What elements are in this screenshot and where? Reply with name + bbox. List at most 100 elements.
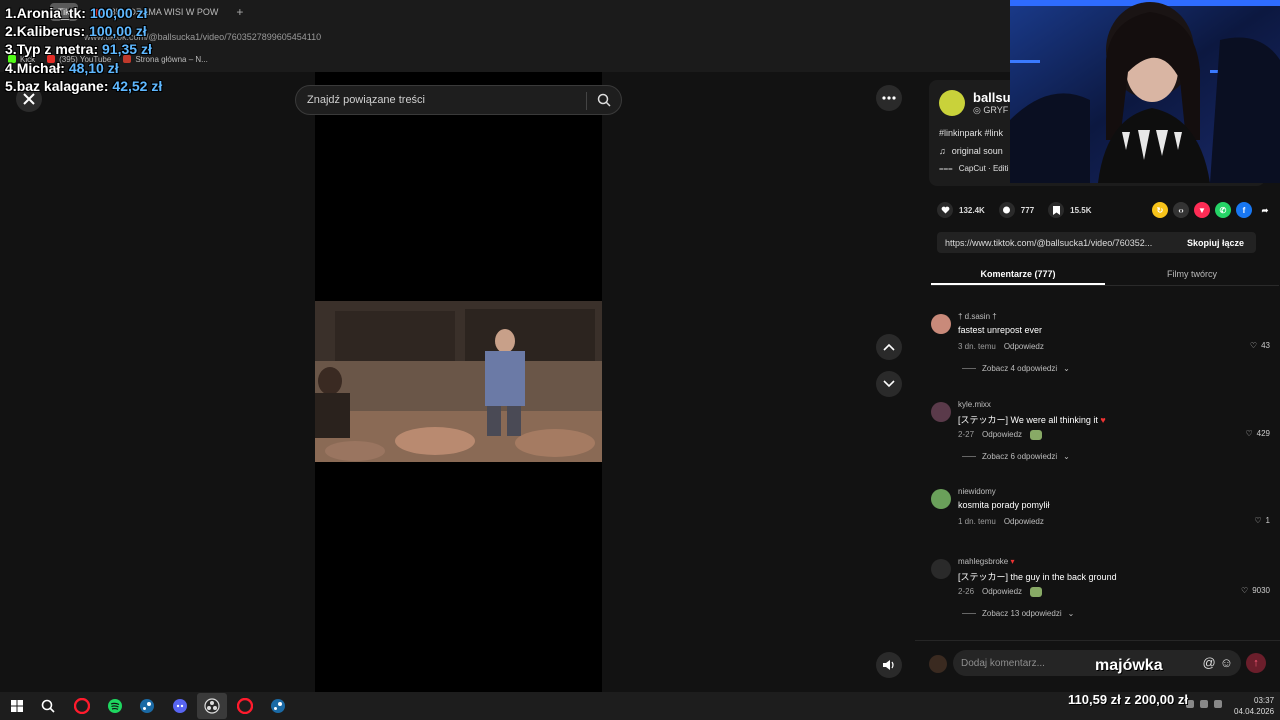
music-note-icon: ♫ [939, 146, 946, 156]
comment-username[interactable]: † d.sasin † [958, 312, 997, 321]
stream-overlay-text: majówka [1095, 657, 1163, 674]
divider [962, 368, 976, 369]
save-count: 15.5K [1070, 205, 1092, 215]
comment-meta: 2-27 Odpowiedz [958, 430, 1043, 440]
donation-entry: 5.baz kalagane: 42,52 zł [5, 77, 163, 94]
send-icon[interactable]: ▼ [1194, 202, 1210, 218]
post-comment-button[interactable]: ↑ [1246, 653, 1266, 673]
heart-outline-icon: ♡ [1245, 429, 1253, 438]
obs-icon [204, 698, 220, 714]
next-video-button[interactable] [876, 371, 902, 397]
comment-item: † d.sasin † fastest unrepost ever 3 dn. … [931, 312, 1276, 382]
author-subtitle: ◎ GRYF [973, 105, 1009, 115]
tab-comments[interactable]: Komentarze (777) [931, 262, 1105, 285]
comment-like-button[interactable]: ♡ 429 [1245, 429, 1270, 438]
save-button[interactable]: 15.5K [1048, 202, 1092, 218]
comment-date: 1 dn. temu [958, 517, 996, 526]
volume-tray-icon[interactable] [1200, 700, 1208, 708]
tab-creator-videos[interactable]: Filmy twórcy [1105, 262, 1279, 285]
comment-button[interactable]: 777 [998, 202, 1034, 218]
chevron-up-icon [883, 343, 895, 351]
avatar[interactable] [939, 90, 965, 116]
related-search-input[interactable]: Znajdź powiązane treści [295, 85, 622, 115]
windows-icon [11, 700, 23, 712]
heart-outline-icon: ♡ [1241, 586, 1249, 595]
donation-leaderboard: 1.Aronia_tk: 100,00 zł 2.Kaliberus: 100,… [5, 4, 162, 95]
embed-icon[interactable]: ‹› [1173, 202, 1189, 218]
comment-text: kosmita porady pomylił [958, 500, 1050, 510]
capcut-label: CapCut · Editi [958, 164, 1009, 173]
like-button[interactable]: 132.4K [937, 202, 985, 218]
view-replies-button[interactable]: Zobacz 13 odpowiedzi ⌄ [962, 609, 1074, 618]
video-link[interactable]: https://www.tiktok.com/@ballsucka1/video… [945, 238, 1175, 248]
mention-icon[interactable]: @ [1203, 655, 1216, 670]
system-clock[interactable]: 03:37 04.04.2026 [1234, 695, 1274, 717]
comment-username[interactable]: niewidomy [958, 487, 996, 496]
discord-icon [173, 699, 187, 713]
clock-time: 03:37 [1254, 696, 1275, 705]
input-icons: @ ☺ [1203, 655, 1233, 670]
repost-icon[interactable]: ↻ [1152, 202, 1168, 218]
reply-button[interactable]: Odpowiedz [1004, 517, 1044, 526]
view-replies-button[interactable]: Zobacz 6 odpowiedzi ⌄ [962, 452, 1070, 461]
facebook-icon[interactable]: f [1236, 202, 1252, 218]
discord-taskbar-button[interactable] [171, 697, 189, 715]
view-replies-button[interactable]: Zobacz 4 odpowiedzi ⌄ [962, 364, 1070, 373]
view-replies-label: Zobacz 6 odpowiedzi [982, 452, 1058, 461]
comment-text: [ステッカー] the guy in the back ground [958, 572, 1117, 582]
avatar[interactable] [931, 489, 951, 509]
start-button[interactable] [8, 697, 26, 715]
whatsapp-icon[interactable]: ✆ [1215, 202, 1231, 218]
copy-link-button[interactable]: Skopiuj łącze [1175, 238, 1256, 248]
comment-username[interactable]: kyle.mixx [958, 400, 991, 409]
address-bar[interactable]: www.tiktok.com/@ballsucka1/video/7603527… [50, 28, 950, 46]
view-replies-label: Zobacz 13 odpowiedzi [982, 609, 1062, 618]
avatar[interactable] [931, 402, 951, 422]
opera-gx-taskbar-button[interactable] [236, 697, 254, 715]
bookmark-icon [1048, 202, 1065, 218]
comment-date: 2-26 [958, 587, 975, 596]
reply-button[interactable]: Odpowiedz [982, 430, 1022, 440]
author-name[interactable]: ballsu [973, 90, 1011, 105]
spotify-taskbar-button[interactable] [106, 697, 124, 715]
badge-icon: ▾ [1010, 557, 1015, 566]
more-options-button[interactable] [876, 85, 902, 111]
donation-entry: 3.Typ z metra: 91,35 zł [5, 41, 152, 58]
steam-icon [140, 699, 154, 713]
donation-goal: 110,59 zł z 200,00 zł [1068, 692, 1188, 707]
video-player[interactable] [315, 301, 602, 462]
opera-gx-icon [237, 698, 253, 714]
arrow-up-icon: ↑ [1253, 657, 1259, 669]
emoji-icon[interactable]: ☺ [1220, 655, 1233, 670]
share-arrow-icon[interactable]: ➦ [1257, 202, 1273, 218]
previous-video-button[interactable] [876, 334, 902, 360]
volume-button[interactable] [876, 652, 902, 678]
opera-taskbar-button[interactable] [73, 697, 91, 715]
avatar[interactable] [931, 559, 951, 579]
clock-date: 04.04.2026 [1234, 707, 1275, 716]
search-button[interactable] [39, 697, 57, 715]
comment-text: fastest unrepost ever [958, 325, 1043, 335]
comment-item: kyle.mixx [ステッカー] We were all thinking i… [931, 400, 1276, 470]
chevron-down-icon: ⌄ [1063, 364, 1070, 373]
new-tab-button[interactable]: + [232, 5, 247, 19]
comment-like-button[interactable]: ♡ 43 [1250, 341, 1270, 350]
comment-like-button[interactable]: ♡ 1 [1254, 516, 1270, 525]
share-row: ↻ ‹› ▼ ✆ f ➦ [1152, 202, 1273, 218]
chevron-down-icon: ⌄ [1067, 609, 1075, 618]
spotify-icon [108, 699, 122, 713]
comment-username[interactable]: mahlegsbroke ▾ [958, 557, 1015, 566]
system-tray [1186, 700, 1222, 708]
avatar[interactable] [931, 314, 951, 334]
battery-icon[interactable] [1214, 700, 1222, 708]
donation-entry: 4.Michał: 48,10 zł [5, 59, 119, 76]
search-icon[interactable] [597, 93, 611, 107]
reply-button[interactable]: Odpowiedz [982, 587, 1022, 597]
comment-like-button[interactable]: ♡ 9030 [1241, 586, 1270, 595]
comment-icon [998, 202, 1015, 218]
obs-taskbar-button[interactable] [197, 693, 227, 719]
reply-button[interactable]: Odpowiedz [1004, 342, 1044, 351]
steam-taskbar-button[interactable] [138, 697, 156, 715]
comment-meta: 2-26 Odpowiedz [958, 587, 1043, 597]
steam-2-taskbar-button[interactable] [269, 697, 287, 715]
